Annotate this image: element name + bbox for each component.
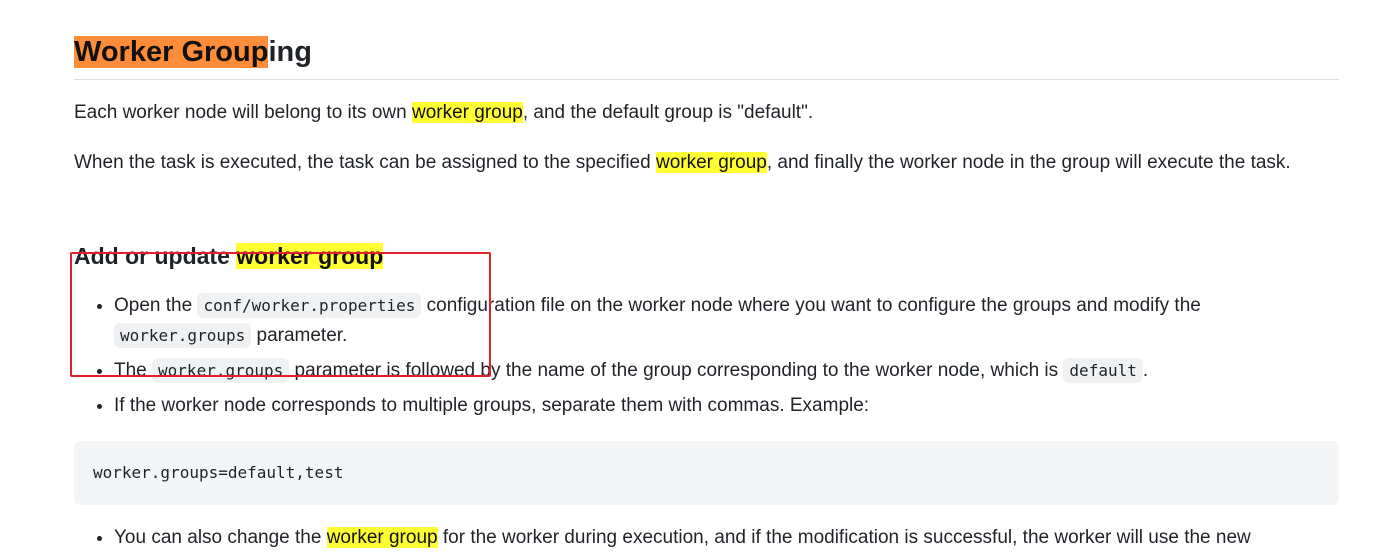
paragraph-worker-group-intro: Each worker node will belong to its own … <box>74 102 814 123</box>
list-item: Open the conf/worker.properties configur… <box>114 291 1339 351</box>
paragraph-task-assignment: When the task is executed, the task can … <box>74 152 1291 173</box>
search-highlight: worker group <box>655 152 767 173</box>
inline-code: conf/worker.properties <box>197 293 422 318</box>
list-item: The worker.groups parameter is followed … <box>114 356 1339 386</box>
search-highlight: worker group <box>326 527 438 548</box>
search-highlight: worker group <box>411 102 523 123</box>
inline-code: worker.groups <box>152 358 290 383</box>
list-item: You can also change the worker group for… <box>114 523 1339 553</box>
inline-code: worker.groups <box>114 323 252 348</box>
instructions-list: Open the conf/worker.properties configur… <box>74 291 1339 426</box>
search-highlight-current: Worker Group <box>74 36 269 68</box>
list-item: If the worker node corresponds to multip… <box>114 391 1339 421</box>
page-title-rest: ing <box>268 36 312 68</box>
search-highlight: worker group <box>236 243 384 269</box>
inline-code: default <box>1063 358 1143 383</box>
instructions-list-continued: You can also change the worker group for… <box>74 523 1339 558</box>
section-heading: Add or update worker group <box>74 243 384 269</box>
page-title: Worker Grouping <box>74 33 1339 80</box>
code-block[interactable]: worker.groups=default,test <box>74 441 1339 505</box>
